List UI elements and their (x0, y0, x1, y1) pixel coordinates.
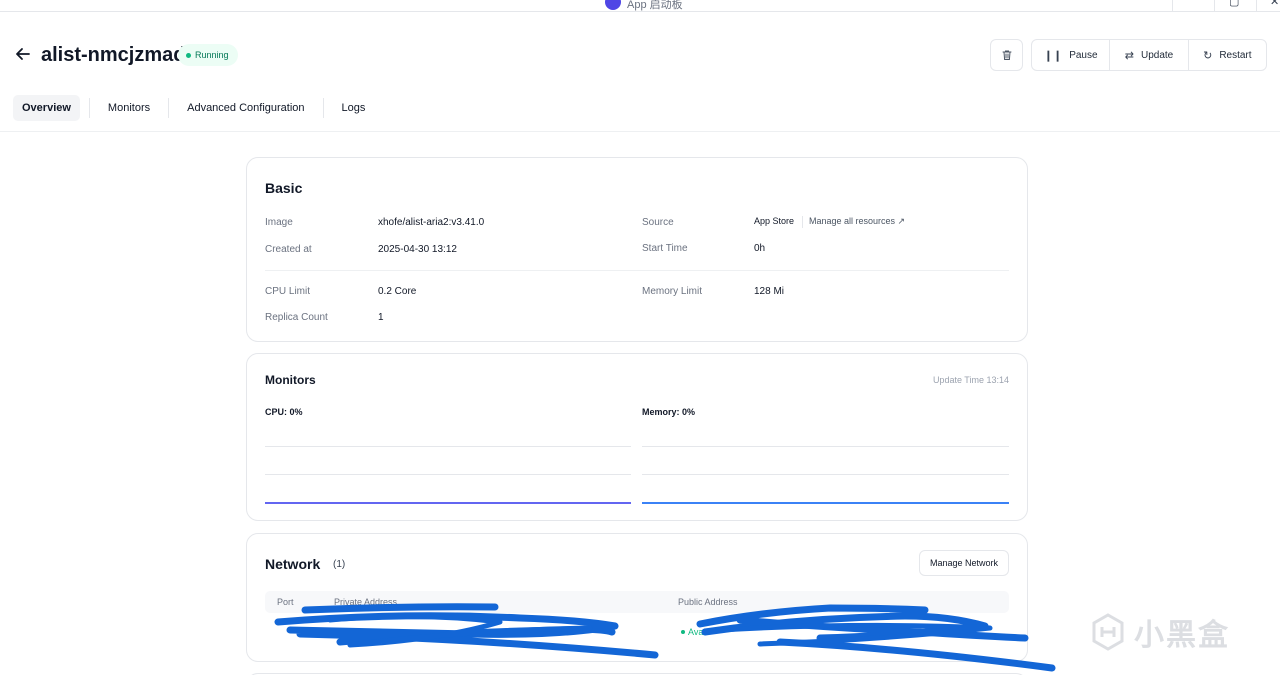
cpu-limit-value: 0.2 Core (378, 286, 417, 297)
restart-button[interactable]: ↻ Restart (1187, 40, 1266, 70)
update-time: Update Time 13:14 (932, 375, 1009, 385)
monitors-title: Monitors (265, 373, 316, 387)
memory-chart-gridline (642, 474, 1009, 475)
tab-advanced-configuration[interactable]: Advanced Configuration (178, 95, 313, 121)
back-arrow-icon[interactable] (13, 44, 33, 64)
restart-label: Restart (1219, 49, 1252, 61)
start-time-value: 0h (754, 243, 766, 254)
app-logo (605, 0, 621, 10)
basic-title: Basic (265, 180, 303, 196)
source-label: Source (642, 217, 674, 228)
restart-icon: ↻ (1203, 49, 1213, 62)
tab-divider (168, 98, 170, 118)
monitors-card: Monitors Update Time 13:14 CPU: 0% Memor… (246, 353, 1028, 521)
status-badge: Running (178, 44, 238, 66)
tab-overview[interactable]: Overview (13, 95, 80, 121)
tab-divider (322, 98, 324, 118)
cpu-usage-label: CPU: 0% (265, 407, 303, 417)
memory-limit-value: 128 Mi (754, 286, 785, 297)
network-title: Network (265, 556, 321, 572)
basic-card: Basic Image xhofe/alist-aria2:v3.41.0 So… (246, 157, 1028, 342)
private-address-column-header: Private Address (334, 597, 398, 607)
watermark: 小黑盒 (1088, 610, 1230, 654)
cpu-chart-gridline (265, 474, 631, 475)
window-titlebar: App 启动板 ▢ ✕ (0, 0, 1280, 12)
trash-icon (1002, 50, 1011, 60)
available-dot-icon (681, 630, 685, 634)
image-value: xhofe/alist-aria2:v3.41.0 (378, 217, 485, 228)
port-column-header: Port (277, 597, 294, 607)
network-card: Network (1) Manage Network Port Private … (246, 533, 1028, 662)
window-close-icon[interactable]: ✕ (1270, 0, 1279, 8)
memory-usage-label: Memory: 0% (642, 407, 696, 417)
app-actions-group: ❙❙ Pause ⇄ Update ↻ Restart (1031, 39, 1267, 71)
network-table-header: Port Private Address Public Address (265, 591, 1009, 613)
memory-limit-label: Memory Limit (642, 286, 703, 297)
public-address-column-header: Public Address (678, 597, 738, 607)
cpu-chart-gridline (265, 446, 631, 447)
titlebar-divider (1172, 0, 1173, 12)
delete-button[interactable] (990, 39, 1023, 71)
pause-label: Pause (1069, 49, 1098, 61)
tab-bar: Overview Monitors Advanced Configuration… (13, 95, 374, 121)
manage-all-resources-link[interactable]: Manage all resources ↗ (809, 216, 905, 227)
tabs-divider (0, 131, 1280, 132)
cpu-limit-label: CPU Limit (265, 286, 311, 297)
created-label: Created at (265, 244, 312, 255)
page-title: alist-nmcjzmad (41, 44, 186, 66)
image-label: Image (265, 217, 293, 228)
cpu-usage-line (265, 502, 631, 504)
created-value: 2025-04-30 13:12 (378, 244, 457, 255)
replica-count-label: Replica Count (265, 312, 328, 323)
public-address-status: Avai (681, 627, 705, 637)
window-app-name: App 启动板 (627, 0, 683, 11)
status-label: Running (195, 50, 229, 60)
start-time-label: Start Time (642, 243, 688, 254)
watermark-text: 小黑盒 (1134, 619, 1230, 652)
update-button[interactable]: ⇄ Update (1109, 40, 1187, 70)
tab-logs[interactable]: Logs (333, 95, 375, 121)
memory-chart-gridline (642, 446, 1009, 447)
watermark-logo-icon (1092, 613, 1124, 651)
titlebar-divider (1214, 0, 1215, 12)
replica-count-value: 1 (378, 312, 384, 323)
source-divider (802, 216, 803, 228)
swap-arrows-icon: ⇄ (1124, 49, 1134, 62)
update-label: Update (1140, 49, 1174, 61)
public-status-label: Avai (688, 627, 706, 637)
status-dot-icon (186, 52, 191, 58)
basic-divider (265, 270, 1009, 271)
tab-divider (88, 98, 90, 118)
titlebar-divider (1256, 0, 1257, 12)
memory-usage-line (642, 502, 1009, 504)
tab-monitors[interactable]: Monitors (99, 95, 159, 121)
source-value: App Store (754, 216, 795, 226)
manage-network-button[interactable]: Manage Network (918, 550, 1009, 576)
window-maximize-icon[interactable]: ▢ (1229, 0, 1239, 8)
pause-icon: ❙❙ (1043, 49, 1063, 62)
network-count: (1) (333, 559, 346, 570)
pause-button[interactable]: ❙❙ Pause (1032, 40, 1109, 70)
